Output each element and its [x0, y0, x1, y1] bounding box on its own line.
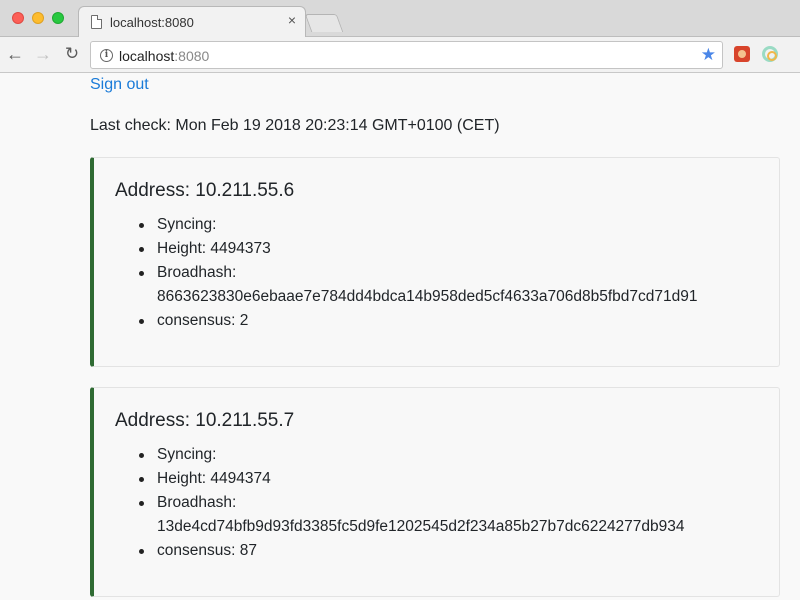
- node-card: Address: 10.211.55.7 Syncing: Height: 44…: [90, 387, 780, 597]
- forward-arrow-icon[interactable]: →: [32, 43, 54, 65]
- node-broadhash-item: Broadhash: 13de4cd74bfb9d93fd3385fc5d9fe…: [137, 491, 777, 539]
- bookmark-star-icon[interactable]: ★: [701, 45, 716, 65]
- node-details-list: Syncing: Height: 4494373 Broadhash: 8663…: [137, 213, 777, 333]
- node-consensus: consensus: 2: [137, 309, 777, 333]
- browser-tab[interactable]: localhost:8080 ×: [78, 6, 306, 38]
- page-file-icon: [91, 15, 102, 29]
- tab-title: localhost:8080: [110, 15, 194, 30]
- window-close-button[interactable]: [12, 12, 24, 24]
- node-height: Height: 4494373: [137, 237, 777, 261]
- node-details-list: Syncing: Height: 4494374 Broadhash: 13de…: [137, 443, 777, 563]
- node-syncing: Syncing:: [137, 443, 777, 467]
- node-syncing: Syncing:: [137, 213, 777, 237]
- extension-icon-ring[interactable]: [762, 46, 778, 62]
- browser-titlebar: localhost:8080 ×: [0, 0, 800, 38]
- url-port: :8080: [174, 48, 210, 64]
- node-height: Height: 4494374: [137, 467, 777, 491]
- broadhash-value: 13de4cd74bfb9d93fd3385fc5d9fe1202545d2f2…: [157, 518, 685, 535]
- tab-close-icon[interactable]: ×: [288, 13, 296, 27]
- last-check-text: Last check: Mon Feb 19 2018 20:23:14 GMT…: [90, 117, 500, 134]
- url-text[interactable]: localhost:8080: [119, 48, 209, 64]
- broadhash-value: 8663623830e6ebaae7e784dd4bdca14b958ded5c…: [157, 288, 698, 305]
- new-tab-button[interactable]: [304, 14, 344, 32]
- node-consensus: consensus: 87: [137, 539, 777, 563]
- node-broadhash-item: Broadhash: 8663623830e6ebaae7e784dd4bdca…: [137, 261, 777, 309]
- reload-icon[interactable]: ↻: [61, 43, 83, 65]
- node-card: Address: 10.211.55.6 Syncing: Height: 44…: [90, 157, 780, 367]
- page-content: Sign out Last check: Mon Feb 19 2018 20:…: [0, 74, 800, 600]
- node-address: Address: 10.211.55.7: [115, 410, 295, 431]
- sign-out-link[interactable]: Sign out: [90, 76, 149, 94]
- browser-toolbar: ← → ↻ i localhost:8080 ★: [0, 37, 800, 73]
- address-bar[interactable]: i localhost:8080 ★: [90, 41, 723, 69]
- broadhash-label: Broadhash:: [157, 494, 237, 511]
- info-icon[interactable]: i: [100, 49, 113, 62]
- window-maximize-button[interactable]: [52, 12, 64, 24]
- extension-icon-red[interactable]: [734, 46, 750, 62]
- node-address: Address: 10.211.55.6: [115, 180, 295, 201]
- url-host: localhost: [119, 48, 175, 64]
- back-arrow-icon[interactable]: ←: [4, 43, 26, 65]
- broadhash-label: Broadhash:: [157, 264, 237, 281]
- window-minimize-button[interactable]: [32, 12, 44, 24]
